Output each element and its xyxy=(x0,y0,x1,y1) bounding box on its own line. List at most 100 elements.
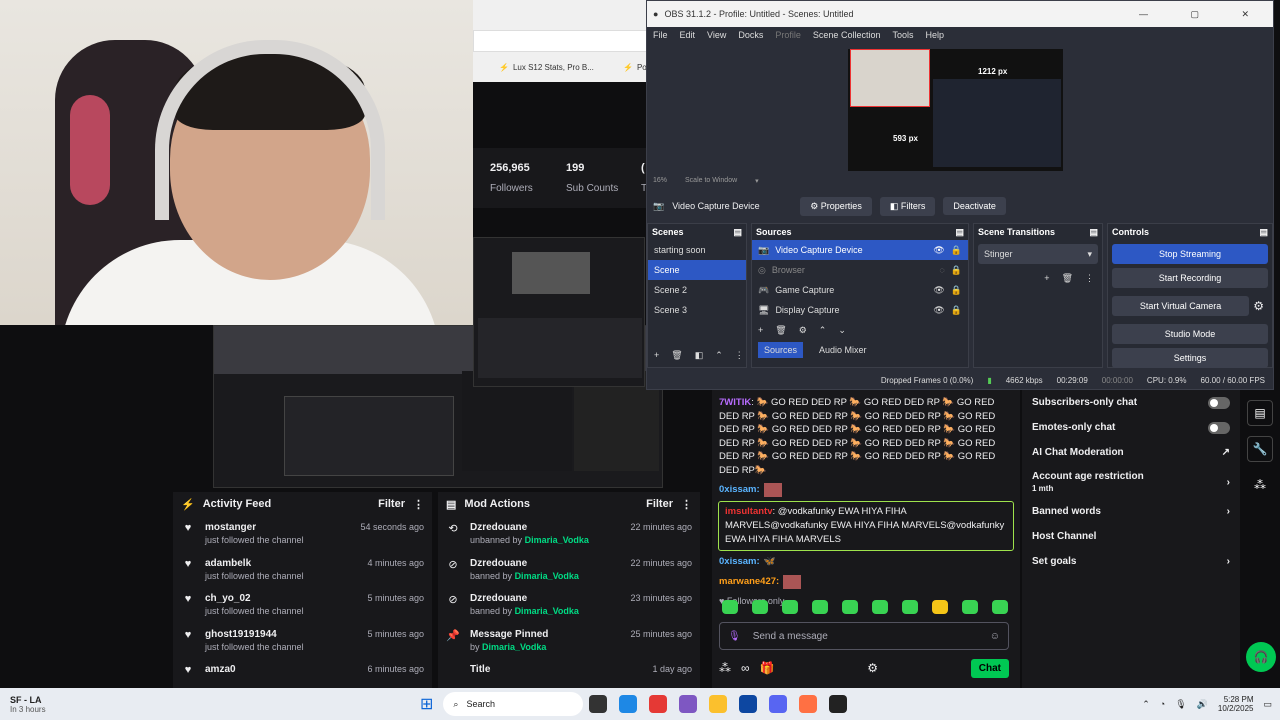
properties-button[interactable]: ⚙ Properties xyxy=(800,196,872,216)
activity-filter-button[interactable]: Filter xyxy=(378,498,405,510)
mod-filter-button[interactable]: Filter xyxy=(646,498,673,510)
zoom-level[interactable]: 16% xyxy=(653,177,667,191)
eye-icon[interactable]: 👁 xyxy=(933,245,944,256)
setting-row[interactable]: Account age restriction 1 mth › xyxy=(1022,465,1240,499)
obs-preview[interactable]: 1212 px 593 px xyxy=(848,49,1063,171)
dock-menu-icon[interactable]: ▤ xyxy=(955,227,964,237)
mic-icon[interactable]: 🎙 xyxy=(1175,699,1186,710)
add-icon[interactable]: + xyxy=(654,350,659,360)
browser-tab-lux[interactable]: ⚡ Lux S12 Stats, Pro B... xyxy=(499,58,594,76)
activity-item[interactable]: ♥ adambelk just followed the channel 4 minu… xyxy=(173,552,432,588)
menu-edit[interactable]: Edit xyxy=(680,30,696,40)
emote[interactable] xyxy=(842,600,858,614)
start-recording-button[interactable]: Start Recording xyxy=(1112,268,1268,288)
window-controls[interactable]: — ▢ ✕ xyxy=(1139,9,1273,20)
app-icon[interactable] xyxy=(679,695,698,713)
activity-user[interactable]: ghost19191944 xyxy=(205,629,357,640)
activity-item[interactable]: ♥ mostanger just followed the channel 54 se… xyxy=(173,516,432,552)
settings-button[interactable]: Settings xyxy=(1112,348,1268,368)
menu-docks[interactable]: Docks xyxy=(738,30,763,40)
menu-profile[interactable]: Profile xyxy=(775,30,801,40)
up-icon[interactable]: ⌃ xyxy=(819,325,827,336)
source-item-selected[interactable]: 📷 Video Capture Device 👁 🔒 xyxy=(752,240,968,260)
speaker-icon[interactable]: 🔊 xyxy=(1197,699,1208,710)
gift-icon[interactable]: 🎁 xyxy=(760,661,775,675)
infinity-icon[interactable]: ∞ xyxy=(741,661,750,675)
server-icon[interactable]: ▤ xyxy=(1247,400,1273,426)
scale-mode[interactable]: Scale to Window xyxy=(685,177,737,191)
windows-start-icon[interactable]: ⊞ xyxy=(420,694,433,714)
eye-icon[interactable]: 👁 xyxy=(933,305,944,316)
mod-action-item[interactable]: 📌 Message Pinned by Dimaria_Vodka 25 minute… xyxy=(438,623,700,659)
bits-icon[interactable]: ⁂ xyxy=(1247,472,1273,498)
trash-icon[interactable]: 🗑 xyxy=(671,350,682,361)
chat-username[interactable]: marwane427: xyxy=(719,575,779,589)
lock-icon[interactable]: 🔒 xyxy=(951,305,968,316)
dock-menu-icon[interactable]: ▤ xyxy=(1089,227,1098,237)
eye-off-icon[interactable]: ◌ xyxy=(939,265,944,275)
mod-target[interactable]: Dzredouane xyxy=(470,593,620,604)
more-icon[interactable]: ⋮ xyxy=(735,350,744,361)
browser-tab-po[interactable]: ⚡ Po xyxy=(623,58,647,76)
edge-icon[interactable] xyxy=(619,695,638,713)
headset-icon[interactable]: 🎧 xyxy=(1246,642,1276,672)
explorer-icon[interactable] xyxy=(709,695,728,713)
chat-username[interactable]: 0xissam: xyxy=(719,555,760,569)
lock-icon[interactable]: 🔒 xyxy=(951,265,968,276)
add-icon[interactable]: + xyxy=(758,325,763,335)
taskbar-search[interactable]: ⌕ Search xyxy=(443,692,584,716)
dock-menu-icon[interactable]: ▤ xyxy=(733,227,742,237)
chat-username[interactable]: imsultantv xyxy=(725,506,773,517)
menu-view[interactable]: View xyxy=(707,30,726,40)
emote[interactable] xyxy=(782,600,798,614)
mod-by[interactable]: Dimaria_Vodka xyxy=(482,642,546,652)
activity-item[interactable]: ♥ ghost19191944 just followed the channel 5… xyxy=(173,623,432,659)
setting-row[interactable]: AI Chat Moderation ↗ xyxy=(1022,440,1240,465)
menu-help[interactable]: Help xyxy=(925,30,944,40)
emote[interactable] xyxy=(902,600,918,614)
emote[interactable] xyxy=(962,600,978,614)
emoji-icon[interactable]: ☺ xyxy=(990,631,1000,642)
gear-icon[interactable]: ⚙ xyxy=(1253,299,1272,313)
more-icon[interactable]: ⋮ xyxy=(1085,273,1094,284)
activity-user[interactable]: amza0 xyxy=(205,664,357,675)
bits-icon[interactable]: ⁂ xyxy=(719,661,731,675)
studio-mode-button[interactable]: Studio Mode xyxy=(1112,324,1268,344)
taskview-icon[interactable] xyxy=(589,695,608,713)
mod-target[interactable]: Title xyxy=(470,664,642,675)
chat-username[interactable]: 7WITIK xyxy=(719,397,751,408)
trash-icon[interactable]: 🗑 xyxy=(1062,273,1073,284)
mic-icon[interactable]: 🎙 xyxy=(728,631,741,642)
mod-action-item[interactable]: ⊘ Dzredouane banned by Dimaria_Vodka 22 min… xyxy=(438,552,700,588)
chevron-up-icon[interactable]: ⌃ xyxy=(1142,699,1150,710)
wifi-icon[interactable]: ◔ xyxy=(1160,699,1165,709)
down-icon[interactable]: ⌄ xyxy=(838,325,846,336)
source-item[interactable]: ◎ Browser ◌ 🔒 xyxy=(752,260,968,280)
emote[interactable] xyxy=(992,600,1008,614)
scene-item[interactable]: Scene 3 xyxy=(648,300,746,320)
mod-target[interactable]: Message Pinned xyxy=(470,629,620,640)
filters-button[interactable]: ◧ Filters xyxy=(879,196,936,216)
chat-input[interactable]: 🎙 Send a message ☺ xyxy=(719,622,1009,650)
scene-item[interactable]: Scene 2 xyxy=(648,280,746,300)
tab-audio-mixer[interactable]: Audio Mixer xyxy=(819,345,867,355)
add-icon[interactable]: + xyxy=(1044,273,1049,283)
toggle-switch[interactable] xyxy=(1208,396,1230,409)
mod-by[interactable]: Dimaria_Vodka xyxy=(515,606,579,616)
mod-by[interactable]: Dimaria_Vodka xyxy=(525,535,589,545)
weather-widget[interactable]: SF - LA In 3 hours xyxy=(0,695,140,714)
setting-row[interactable]: Emotes-only chat xyxy=(1022,415,1240,440)
filter-icon[interactable]: ◧ xyxy=(695,350,704,361)
chat-send-button[interactable]: Chat xyxy=(970,658,1009,678)
source-item[interactable]: 🖥 Display Capture 👁 🔒 xyxy=(752,300,968,320)
activity-user[interactable]: ch_yo_02 xyxy=(205,593,357,604)
up-icon[interactable]: ⌃ xyxy=(715,350,723,361)
mod-target[interactable]: Dzredouane xyxy=(470,522,620,533)
scene-item[interactable]: starting soon xyxy=(648,240,746,260)
more-icon[interactable]: ⋮ xyxy=(681,498,692,511)
scene-item-selected[interactable]: Scene xyxy=(648,260,746,280)
menu-scene-collection[interactable]: Scene Collection xyxy=(813,30,881,40)
emote[interactable] xyxy=(722,600,738,614)
chat-username[interactable]: 0xissam: xyxy=(719,483,760,497)
emote[interactable] xyxy=(752,600,768,614)
